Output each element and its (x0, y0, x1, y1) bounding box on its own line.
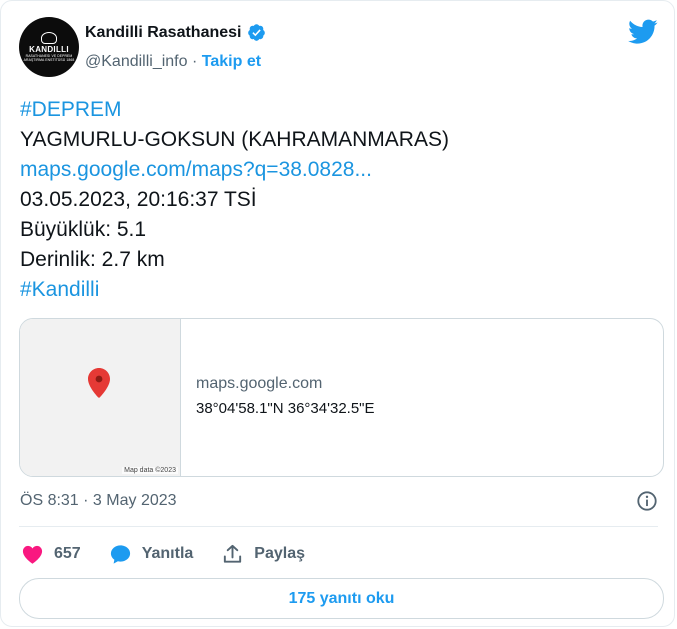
card-description: 38°04'58.1"N 36°34'32.5"E (196, 400, 375, 417)
tweet-embed: KANDILLI RASATHANESI VE DEPREM ARAŞTIRMA… (0, 0, 675, 627)
author-handle-row: @Kandilli_info · Takip et (85, 53, 261, 71)
tweet-text: #DEPREM YAGMURLU-GOKSUN (KAHRAMANMARAS) … (20, 95, 658, 305)
reply-bubble-icon (110, 544, 130, 564)
twitter-bird-icon[interactable] (628, 19, 658, 45)
card-domain: maps.google.com (196, 375, 323, 392)
tweet-timestamp[interactable]: ÖS 8:31 · 3 May 2023 (20, 492, 177, 510)
depth-line: Derinlik: 2.7 km (20, 248, 165, 271)
like-count: 657 (54, 545, 81, 562)
avatar-logo-text: KANDILLI (29, 45, 69, 54)
author-name-row: Kandilli Rasathanesi (85, 23, 266, 42)
verified-badge-icon (247, 24, 265, 41)
map-pin-icon (88, 368, 110, 398)
reply-button[interactable]: Yanıtla (109, 543, 194, 566)
map-attribution: Map data ©2023 (122, 467, 178, 474)
author-display-name[interactable]: Kandilli Rasathanesi (85, 24, 242, 42)
follow-button[interactable]: Takip et (202, 53, 261, 70)
share-button[interactable]: Paylaş (221, 543, 305, 566)
tweet-header: KANDILLI RASATHANESI VE DEPREM ARAŞTIRMA… (19, 17, 658, 79)
avatar-logo-subtext: RASATHANESI VE DEPREM ARAŞTIRMA ENSTİTÜS… (23, 54, 75, 62)
datetime-line: 03.05.2023, 20:16:37 TSİ (20, 188, 257, 211)
like-button[interactable]: 657 (21, 543, 81, 566)
read-replies-button[interactable]: 175 yanıtı oku (19, 578, 664, 619)
hashtag-deprem[interactable]: #DEPREM (20, 95, 658, 125)
handle-separator: · (191, 53, 198, 70)
card-info: maps.google.com 38°04'58.1"N 36°34'32.5"… (196, 375, 375, 417)
map-thumbnail[interactable]: Map data ©2023 (20, 319, 181, 476)
location-line: YAGMURLU-GOKSUN (KAHRAMANMARAS) (20, 128, 449, 151)
link-preview-card[interactable]: Map data ©2023 maps.google.com 38°04'58.… (19, 318, 664, 477)
tweet-actions: 657 Yanıtla Paylaş (21, 541, 333, 567)
maps-link[interactable]: maps.google.com/maps?q=38.0828... (20, 155, 658, 185)
heart-icon (22, 545, 43, 564)
info-icon[interactable] (636, 490, 658, 512)
kandilli-logo-icon (41, 32, 57, 44)
share-icon (224, 544, 242, 563)
reply-label: Yanıtla (141, 545, 194, 562)
avatar[interactable]: KANDILLI RASATHANESI VE DEPREM ARAŞTIRMA… (19, 17, 79, 77)
hashtag-kandilli[interactable]: #Kandilli (20, 275, 658, 305)
author-handle[interactable]: @Kandilli_info (85, 53, 188, 70)
divider (19, 526, 658, 527)
share-label: Paylaş (254, 545, 305, 562)
magnitude-line: Büyüklük: 5.1 (20, 218, 147, 241)
